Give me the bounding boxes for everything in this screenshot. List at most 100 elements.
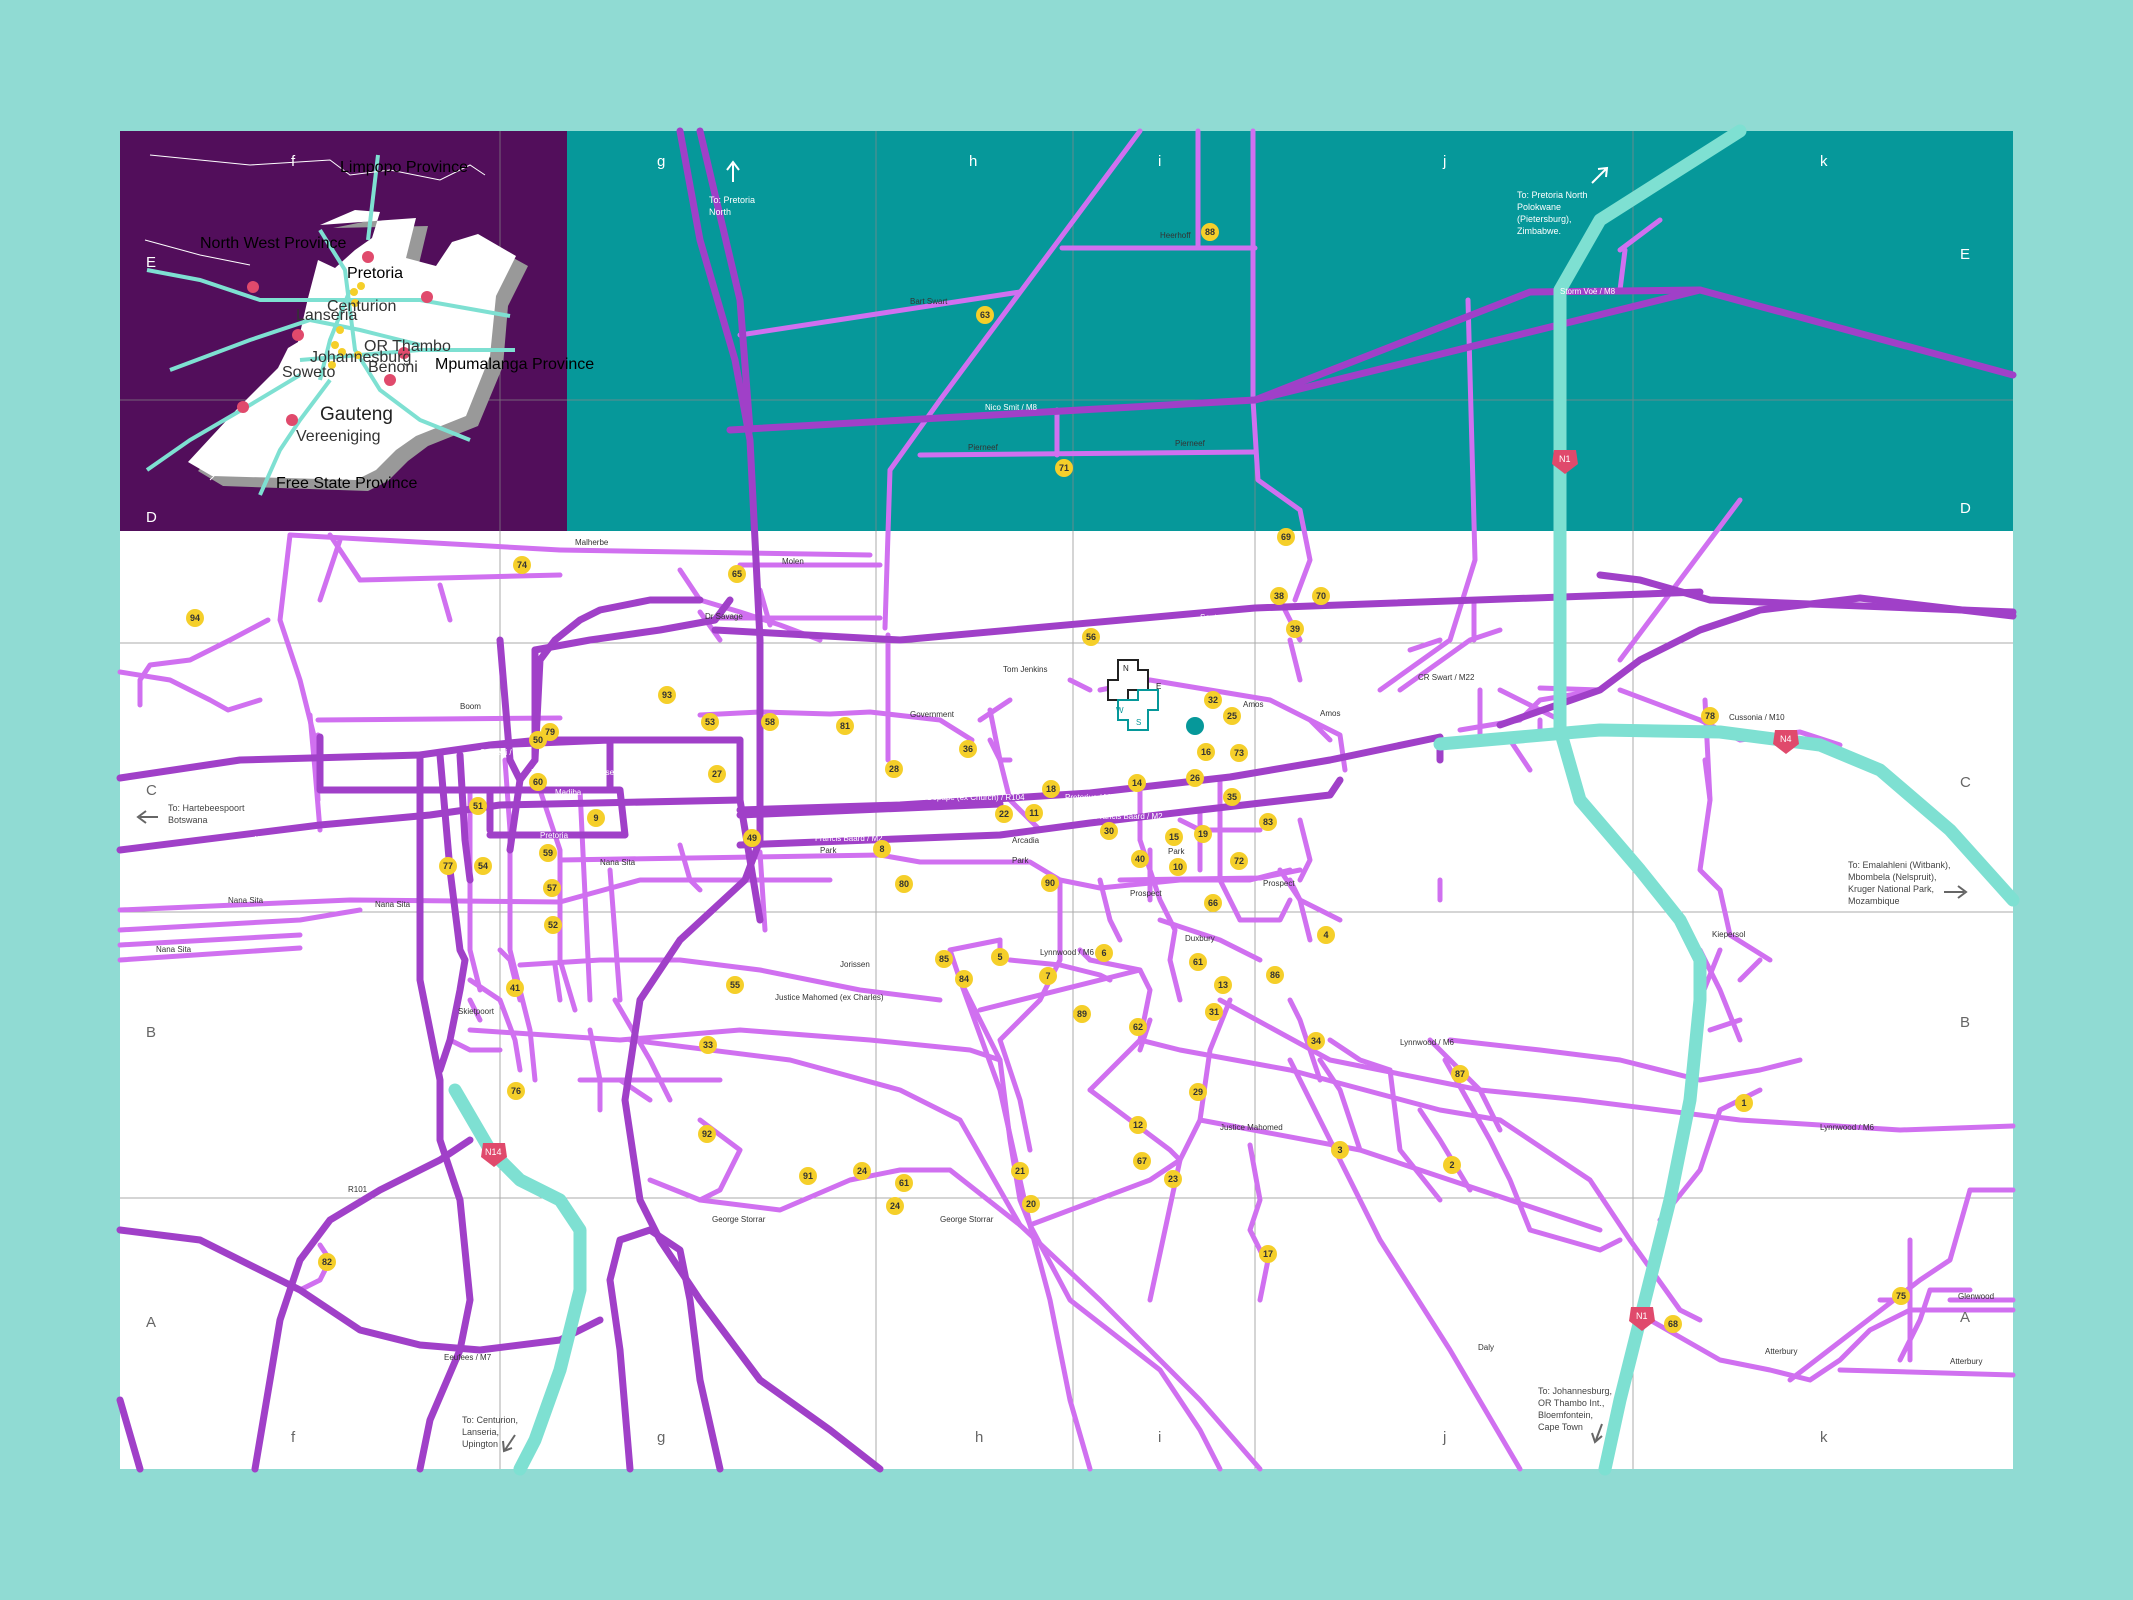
poi-marker[interactable]: 24 (853, 1162, 871, 1180)
poi-number: 94 (190, 613, 200, 623)
poi-marker[interactable]: 38 (1270, 587, 1288, 605)
road-atterbury: Atterbury (1765, 1347, 1797, 1356)
poi-marker[interactable]: 59 (539, 844, 557, 862)
poi-marker[interactable]: 1 (1735, 1094, 1753, 1112)
poi-marker[interactable]: 55 (726, 976, 744, 994)
poi-marker[interactable]: 63 (976, 306, 994, 324)
poi-marker[interactable]: 86 (1266, 966, 1284, 984)
poi-marker[interactable]: 35 (1223, 788, 1241, 806)
poi-marker[interactable]: 39 (1286, 620, 1304, 638)
svg-text:S: S (1136, 718, 1141, 727)
poi-marker[interactable]: 88 (1201, 223, 1219, 241)
poi-marker[interactable]: 15 (1165, 828, 1183, 846)
poi-marker[interactable]: 79 (541, 723, 559, 741)
poi-marker[interactable]: 72 (1230, 852, 1248, 870)
poi-marker[interactable]: 34 (1307, 1032, 1325, 1050)
poi-number: 78 (1705, 711, 1715, 721)
poi-marker[interactable]: 75 (1892, 1287, 1910, 1305)
poi-marker[interactable]: 18 (1042, 780, 1060, 798)
poi-marker[interactable]: 87 (1451, 1065, 1469, 1083)
poi-marker[interactable]: 85 (935, 950, 953, 968)
poi-marker[interactable]: 52 (544, 916, 562, 934)
poi-marker[interactable]: 56 (1082, 628, 1100, 646)
poi-marker[interactable]: 4 (1317, 926, 1335, 944)
poi-marker[interactable]: 7 (1039, 967, 1057, 985)
poi-marker[interactable]: 53 (701, 713, 719, 731)
poi-marker[interactable]: 13 (1214, 976, 1232, 994)
poi-marker[interactable]: 68 (1664, 1315, 1682, 1333)
poi-marker[interactable]: 62 (1129, 1018, 1147, 1036)
poi-marker[interactable]: 26 (1186, 769, 1204, 787)
poi-marker[interactable]: 14 (1128, 774, 1146, 792)
poi-marker[interactable]: 11 (1025, 804, 1043, 822)
inset-label-free-state: Free State Province (276, 475, 418, 492)
poi-marker[interactable]: 21 (1011, 1162, 1029, 1180)
poi-marker[interactable]: 17 (1259, 1245, 1277, 1263)
poi-marker[interactable]: 61 (895, 1174, 913, 1192)
poi-marker[interactable]: 93 (658, 686, 676, 704)
poi-marker[interactable]: 78 (1701, 707, 1719, 725)
poi-marker[interactable]: 22 (995, 805, 1013, 823)
poi-marker[interactable]: 3 (1331, 1141, 1349, 1159)
poi-marker[interactable]: 2 (1443, 1156, 1461, 1174)
poi-number: 21 (1015, 1166, 1025, 1176)
poi-marker[interactable]: 58 (761, 713, 779, 731)
poi-number: 5 (997, 952, 1002, 962)
poi-marker[interactable]: 65 (728, 565, 746, 583)
poi-marker[interactable]: 41 (506, 979, 524, 997)
poi-marker[interactable]: 16 (1197, 743, 1215, 761)
poi-marker[interactable]: 60 (529, 773, 547, 791)
poi-marker[interactable]: 6 (1095, 944, 1113, 962)
poi-marker[interactable]: 57 (543, 879, 561, 897)
poi-marker[interactable]: 80 (895, 875, 913, 893)
poi-marker[interactable]: 32 (1204, 691, 1222, 709)
poi-marker[interactable]: 89 (1073, 1005, 1091, 1023)
poi-marker[interactable]: 91 (799, 1167, 817, 1185)
col-bottom-g: g (657, 1429, 665, 1446)
road-daly: Daly (1478, 1343, 1494, 1352)
poi-marker[interactable]: 77 (439, 857, 457, 875)
poi-marker[interactable]: 71 (1055, 459, 1073, 477)
poi-marker[interactable]: 29 (1189, 1083, 1207, 1101)
poi-marker[interactable]: 94 (186, 609, 204, 627)
poi-marker[interactable]: 31 (1205, 1003, 1223, 1021)
poi-marker[interactable]: 92 (698, 1125, 716, 1143)
col-top-g: g (657, 153, 665, 170)
poi-marker[interactable]: 5 (991, 948, 1009, 966)
poi-marker[interactable]: 28 (885, 760, 903, 778)
svg-text:N1: N1 (1559, 454, 1571, 464)
poi-marker[interactable]: 74 (513, 556, 531, 574)
poi-marker[interactable]: 8 (873, 840, 891, 858)
poi-marker[interactable]: 76 (507, 1082, 525, 1100)
poi-marker[interactable]: 27 (708, 765, 726, 783)
poi-number: 18 (1046, 784, 1056, 794)
poi-marker[interactable]: 84 (955, 970, 973, 988)
poi-marker[interactable]: 69 (1277, 528, 1295, 546)
poi-marker[interactable]: 82 (318, 1253, 336, 1271)
poi-marker[interactable]: 83 (1259, 813, 1277, 831)
poi-marker[interactable]: 51 (469, 797, 487, 815)
road-atterbury-2: Atterbury (1950, 1357, 1982, 1366)
poi-marker[interactable]: 66 (1204, 894, 1222, 912)
poi-marker[interactable]: 9 (587, 809, 605, 827)
poi-marker[interactable]: 70 (1312, 587, 1330, 605)
poi-marker[interactable]: 90 (1041, 874, 1059, 892)
poi-marker[interactable]: 20 (1022, 1195, 1040, 1213)
poi-marker[interactable]: 40 (1131, 850, 1149, 868)
poi-marker[interactable]: 19 (1194, 825, 1212, 843)
poi-marker[interactable]: 61 (1189, 953, 1207, 971)
poi-marker[interactable]: 33 (699, 1036, 717, 1054)
poi-marker[interactable]: 67 (1133, 1152, 1151, 1170)
poi-marker[interactable]: 10 (1169, 858, 1187, 876)
poi-marker[interactable]: 73 (1230, 744, 1248, 762)
poi-marker[interactable]: 25 (1223, 707, 1241, 725)
poi-marker[interactable]: 12 (1129, 1116, 1147, 1134)
poi-marker[interactable]: 30 (1100, 822, 1118, 840)
poi-marker[interactable]: 24 (886, 1197, 904, 1215)
poi-marker[interactable]: 23 (1164, 1170, 1182, 1188)
poi-marker[interactable]: 54 (474, 857, 492, 875)
poi-number: 28 (889, 764, 899, 774)
poi-marker[interactable]: 49 (743, 829, 761, 847)
poi-marker[interactable]: 36 (959, 740, 977, 758)
poi-marker[interactable]: 81 (836, 717, 854, 735)
